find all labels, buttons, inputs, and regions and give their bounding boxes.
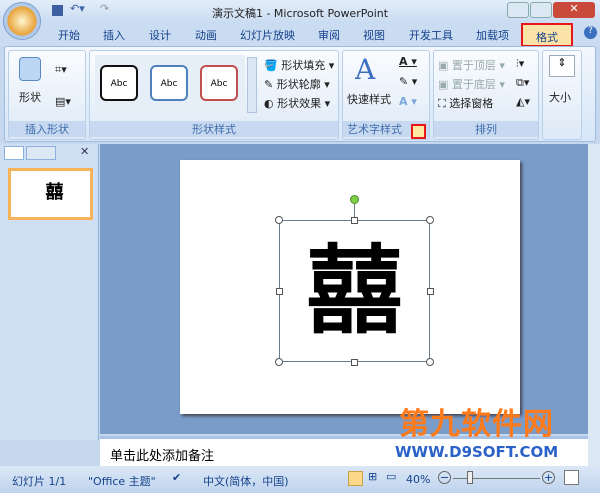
resize-handle-w[interactable] — [276, 288, 283, 295]
tab-review[interactable]: 审阅 — [318, 27, 340, 43]
status-theme: "Office 主题" — [88, 475, 156, 488]
resize-handle-sw[interactable] — [275, 358, 283, 366]
bring-front-label: 置于顶层 — [451, 59, 496, 72]
watermark-url: WWW.D9SOFT.COM — [395, 443, 559, 461]
shape-fill-label: 形状填充 — [281, 59, 326, 72]
group-insert-shapes: 形状 ⌗▾ ▤▾ 插入形状 — [8, 50, 86, 140]
selected-shape[interactable]: 囍 — [279, 220, 430, 362]
shapes-icon — [19, 57, 41, 81]
shape-effects-button[interactable]: ◐ 形状效果 ▾ — [264, 95, 330, 111]
close-button[interactable]: ✕ — [553, 2, 595, 18]
status-bar: 幻灯片 1/1 "Office 主题" ✔ 中文(简体，中国) ⊞ ▭ 40% … — [0, 466, 600, 493]
group-label: 形状样式 — [90, 121, 338, 137]
fit-to-window-button[interactable] — [564, 470, 579, 485]
group-arrange: ▣ 置于顶层 ▾ ▣ 置于底层 ▾ ⛶ 选择窗格 ⫶▾ ⧉▾ ◭▾ 排列 — [433, 50, 539, 140]
slide-thumbnail[interactable]: 囍 — [8, 168, 93, 220]
notes-placeholder: 单击此处添加备注 — [110, 449, 215, 464]
style-sample-3[interactable]: Abc — [200, 65, 238, 101]
shape-text: 囍 — [306, 235, 403, 347]
tab-slideshow[interactable]: 幻灯片放映 — [240, 27, 295, 43]
normal-view-button[interactable] — [348, 471, 363, 486]
quick-styles-icon: A — [355, 53, 376, 86]
office-button[interactable] — [3, 2, 41, 40]
wordart-dialog-launcher[interactable] — [411, 124, 426, 139]
group-wordart-styles: A 快速样式 A ▾ ✎ ▾ A ▾ 艺术字样式 — [342, 50, 430, 140]
resize-handle-ne[interactable] — [426, 216, 434, 224]
tab-animation[interactable]: 动画 — [195, 27, 217, 43]
slide-sorter-button[interactable]: ⊞ — [368, 470, 377, 483]
tab-home[interactable]: 开始 — [58, 27, 80, 43]
selection-pane-label: 选择窗格 — [449, 97, 494, 110]
resize-handle-s[interactable] — [351, 359, 358, 366]
gallery-scroll[interactable] — [247, 57, 257, 113]
watermark-logo: 第九软件网 WWW.D9SOFT.COM — [395, 408, 558, 462]
resize-handle-n[interactable] — [351, 217, 358, 224]
thumbnail-content: 囍 — [11, 171, 90, 217]
shapes-button[interactable]: 形状 — [19, 89, 41, 105]
style-sample-2[interactable]: Abc — [150, 65, 188, 101]
zoom-in-button[interactable]: + — [542, 471, 555, 484]
slideshow-button[interactable]: ▭ — [386, 470, 396, 483]
text-fill-icon[interactable]: A ▾ — [399, 55, 417, 68]
text-box-icon[interactable]: ▤▾ — [55, 95, 71, 108]
zoom-level[interactable]: 40% — [406, 473, 430, 486]
shape-effects-label: 形状效果 — [277, 97, 322, 110]
zoom-slider-thumb[interactable] — [467, 471, 473, 484]
title-bar: ↶▾ ↷ 演示文稿1 - Microsoft PowerPoint ✕ — [0, 0, 600, 40]
group-label: 排列 — [434, 121, 538, 137]
text-outline-icon[interactable]: ✎ ▾ — [399, 75, 417, 88]
rotation-handle[interactable] — [350, 195, 359, 204]
size-button[interactable]: 大小 — [549, 89, 571, 105]
text-effects-icon[interactable]: A ▾ — [399, 95, 417, 108]
ribbon: 形状 ⌗▾ ▤▾ 插入形状 Abc Abc Abc 🪣 形状填充 ▾ ✎ 形状轮… — [4, 46, 596, 142]
rotate-icon[interactable]: ◭▾ — [516, 95, 530, 108]
shape-outline-button[interactable]: ✎ 形状轮廓 ▾ — [264, 76, 330, 92]
shape-outline-label: 形状轮廓 — [276, 78, 321, 91]
edit-shape-icon[interactable]: ⌗▾ — [55, 63, 67, 77]
group-size: ⇕ 大小 — [542, 50, 582, 140]
status-slide-count: 幻灯片 1/1 — [12, 475, 67, 488]
tab-developer[interactable]: 开发工具 — [409, 27, 453, 43]
status-language[interactable]: 中文(简体，中国) — [203, 473, 289, 489]
bring-to-front-button[interactable]: ▣ 置于顶层 ▾ — [438, 57, 505, 73]
resize-handle-se[interactable] — [426, 358, 434, 366]
slide-canvas[interactable]: 囍 — [180, 160, 520, 414]
send-back-label: 置于底层 — [451, 78, 496, 91]
spell-check-icon[interactable]: ✔ — [172, 471, 181, 484]
tab-addins[interactable]: 加载项 — [476, 27, 509, 43]
size-icon: ⇕ — [549, 55, 575, 77]
help-icon[interactable]: ? — [584, 26, 597, 39]
slides-tab[interactable] — [4, 146, 24, 160]
align-icon[interactable]: ⫶▾ — [516, 57, 524, 71]
tab-insert[interactable]: 插入 — [103, 27, 125, 43]
watermark-name: 第九软件网 — [399, 407, 555, 442]
tab-design[interactable]: 设计 — [149, 27, 171, 43]
zoom-out-button[interactable]: − — [438, 471, 451, 484]
selection-pane-button[interactable]: ⛶ 选择窗格 — [438, 95, 493, 111]
resize-handle-e[interactable] — [427, 288, 434, 295]
group-label: 插入形状 — [9, 121, 85, 137]
send-to-back-button[interactable]: ▣ 置于底层 ▾ — [438, 76, 505, 92]
tab-format[interactable]: 格式 — [521, 23, 573, 47]
quick-styles-button[interactable]: 快速样式 — [347, 91, 391, 107]
tab-view[interactable]: 视图 — [363, 27, 385, 43]
slides-pane: ✕ 1 囍 — [0, 144, 99, 440]
group-shape-styles: Abc Abc Abc 🪣 形状填充 ▾ ✎ 形状轮廓 ▾ ◐ 形状效果 ▾ 形… — [89, 50, 339, 140]
resize-handle-nw[interactable] — [275, 216, 283, 224]
ribbon-tabs: 开始 插入 设计 动画 幻灯片放映 审阅 视图 开发工具 加载项 格式 ? — [0, 22, 600, 47]
style-sample-1[interactable]: Abc — [100, 65, 138, 101]
minimize-button[interactable] — [507, 2, 529, 18]
group-icon[interactable]: ⧉▾ — [516, 76, 529, 90]
close-pane-icon[interactable]: ✕ — [80, 145, 89, 158]
maximize-button[interactable] — [530, 2, 552, 18]
shape-fill-button[interactable]: 🪣 形状填充 ▾ — [264, 57, 334, 73]
vertical-scrollbar[interactable] — [588, 144, 600, 466]
outline-tab[interactable] — [26, 146, 56, 160]
